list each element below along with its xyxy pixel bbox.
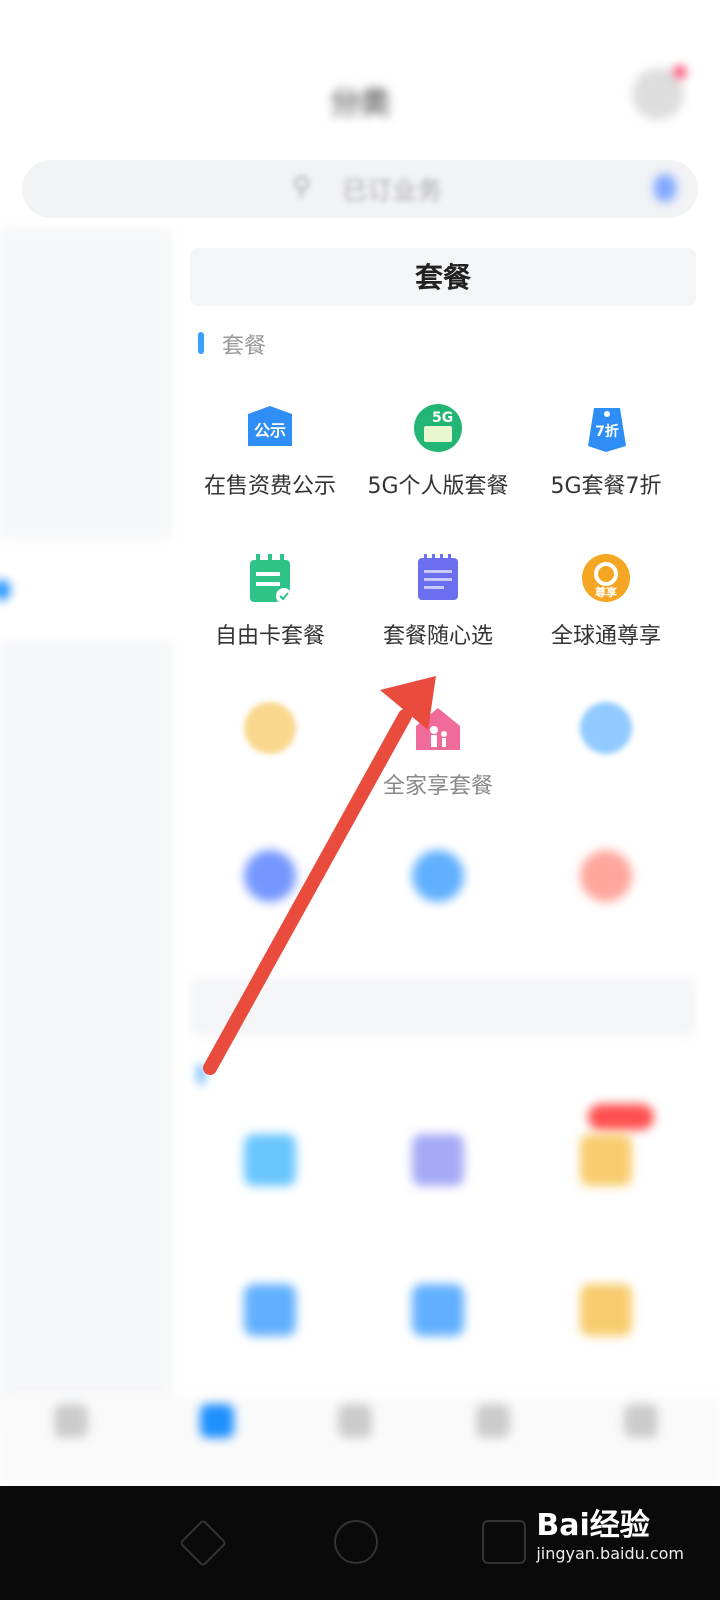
grid-item-gongshi[interactable]: 公示 在售资费公示 bbox=[186, 402, 354, 500]
watermark-url: jingyan.baidu.com bbox=[536, 1544, 684, 1563]
tab-1[interactable] bbox=[26, 1404, 116, 1444]
7zhe-tag-icon: 7折 bbox=[580, 402, 632, 454]
notepad-icon bbox=[244, 552, 296, 604]
section2-item-3[interactable] bbox=[522, 1134, 690, 1200]
section2-icon-5 bbox=[412, 1284, 464, 1336]
paper-plane-icon bbox=[580, 702, 632, 754]
tab-icon bbox=[200, 1404, 234, 1438]
grid-item-feixiang[interactable] bbox=[522, 702, 690, 768]
grid-item-more-3[interactable] bbox=[522, 850, 690, 916]
section2-icon-6 bbox=[580, 1284, 632, 1336]
tab-2[interactable] bbox=[172, 1404, 262, 1444]
tab-icon bbox=[54, 1404, 88, 1438]
tab-icon bbox=[624, 1404, 658, 1438]
sidebar-item-7[interactable] bbox=[0, 852, 172, 952]
grid-item-label: 5G套餐7折 bbox=[550, 474, 662, 499]
grid-item-family[interactable]: 全家享套餐 bbox=[354, 702, 522, 800]
sidebar-item-3[interactable] bbox=[0, 436, 172, 536]
section2-marker bbox=[198, 1064, 204, 1084]
grid-item-more-2[interactable] bbox=[354, 850, 522, 916]
sidebar-item-11[interactable] bbox=[0, 1268, 172, 1368]
grid-item-plan-choice[interactable]: 套餐随心选 bbox=[354, 552, 522, 650]
sidebar-item-5[interactable] bbox=[0, 644, 172, 744]
sidebar-item-2[interactable] bbox=[0, 332, 172, 432]
grid-item-5g-personal[interactable]: 5G 5G个人版套餐 bbox=[354, 402, 522, 500]
zunxiang-icon: 尊享 bbox=[580, 552, 632, 604]
5g-icon: 5G bbox=[412, 402, 464, 454]
grid-item-more-1[interactable] bbox=[186, 850, 354, 916]
section-label: 套餐 bbox=[222, 334, 267, 359]
mic-icon[interactable] bbox=[654, 174, 676, 202]
sidebar-item-9[interactable] bbox=[0, 1060, 172, 1160]
section2-item-1[interactable] bbox=[186, 1134, 354, 1200]
svg-text:7折: 7折 bbox=[595, 423, 619, 440]
section2-icon-1 bbox=[244, 1134, 296, 1186]
section2-item-2[interactable] bbox=[354, 1134, 522, 1200]
grid-item-label: 全家享套餐 bbox=[382, 774, 493, 799]
svg-text:公示: 公示 bbox=[254, 421, 286, 440]
home-icon[interactable] bbox=[334, 1520, 378, 1564]
hot-badge bbox=[588, 1104, 654, 1130]
search-placeholder: 已订业务 bbox=[342, 176, 443, 205]
section2-icon-2 bbox=[412, 1134, 464, 1186]
tab-5[interactable] bbox=[596, 1404, 686, 1444]
svg-text:尊享: 尊享 bbox=[595, 585, 617, 599]
sidebar-item-6[interactable] bbox=[0, 748, 172, 848]
status-bar bbox=[0, 0, 720, 50]
watermark-brand: Bai经验 bbox=[536, 1508, 650, 1543]
sidebar-item-active[interactable] bbox=[0, 540, 172, 640]
grid-item-label: 5G个人版套餐 bbox=[367, 474, 509, 499]
changxiang-icon bbox=[244, 702, 296, 754]
family-home-icon bbox=[412, 702, 464, 754]
section2-icon-4 bbox=[244, 1284, 296, 1336]
back-icon[interactable] bbox=[178, 1518, 228, 1568]
page-title: 分类 bbox=[330, 86, 390, 121]
panel-title: 套餐 bbox=[414, 261, 471, 294]
search-icon: ⚲ bbox=[292, 172, 312, 202]
category-sidebar bbox=[0, 228, 172, 1428]
header: 分类 bbox=[0, 60, 720, 140]
more-icon-2 bbox=[412, 850, 464, 902]
grid-item-5g-discount[interactable]: 7折 5G套餐7折 bbox=[522, 402, 690, 500]
section2-icon-3 bbox=[580, 1134, 632, 1186]
section2-header bbox=[190, 978, 696, 1036]
section2-item-4[interactable] bbox=[186, 1284, 354, 1350]
sidebar-item-10[interactable] bbox=[0, 1164, 172, 1264]
grid-item-label: 全球通尊享 bbox=[550, 624, 661, 649]
grid-item-changxiang[interactable] bbox=[186, 702, 354, 768]
grid-item-label: 自由卡套餐 bbox=[214, 624, 325, 649]
gongshi-icon: 公示 bbox=[244, 402, 296, 454]
active-indicator bbox=[0, 580, 10, 600]
sidebar-item-1[interactable] bbox=[0, 228, 172, 328]
section2-item-5[interactable] bbox=[354, 1284, 522, 1350]
tab-icon bbox=[476, 1404, 510, 1438]
tab-4[interactable] bbox=[448, 1404, 538, 1444]
search-bar[interactable]: ⚲ 已订业务 bbox=[22, 160, 698, 218]
tab-icon bbox=[338, 1404, 372, 1438]
more-icon-3 bbox=[580, 850, 632, 902]
checklist-icon bbox=[412, 552, 464, 604]
notification-dot bbox=[674, 66, 686, 78]
grid-item-label: 套餐随心选 bbox=[382, 624, 493, 649]
bottom-tab-bar bbox=[0, 1396, 720, 1486]
sidebar-item-8[interactable] bbox=[0, 956, 172, 1056]
baidu-jingyan-watermark: Bai经验 jingyan.baidu.com bbox=[536, 1500, 684, 1563]
svg-text:5G: 5G bbox=[432, 410, 453, 426]
recents-icon[interactable] bbox=[482, 1520, 526, 1564]
section-marker bbox=[198, 332, 204, 354]
grid-item-free-card[interactable]: 自由卡套餐 bbox=[186, 552, 354, 650]
grid-item-label: 在售资费公示 bbox=[203, 474, 336, 499]
panel-header: 套餐 bbox=[190, 248, 696, 306]
more-icon-1 bbox=[244, 850, 296, 902]
grid-item-global-vip[interactable]: 尊享 全球通尊享 bbox=[522, 552, 690, 650]
tab-3[interactable] bbox=[310, 1404, 400, 1444]
section2-item-6[interactable] bbox=[522, 1284, 690, 1350]
